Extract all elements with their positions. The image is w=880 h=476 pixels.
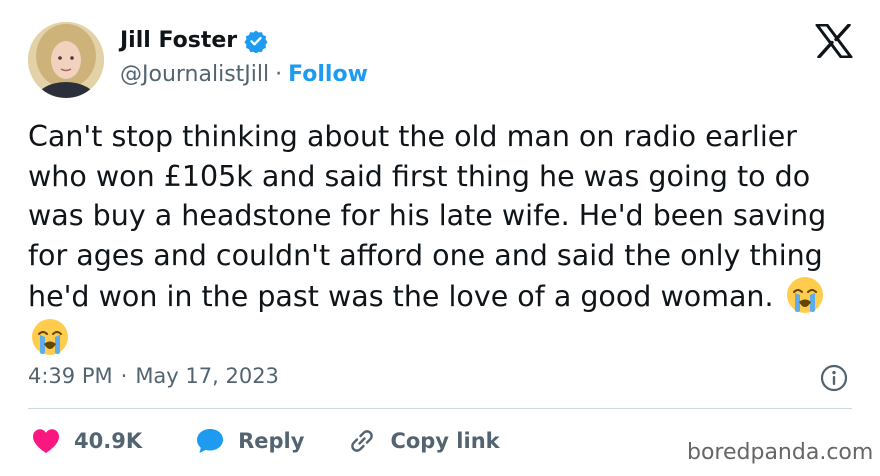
author-name-row: Jill Foster (120, 28, 268, 54)
tweet-body: Can't stop thinking about the old man on… (28, 120, 827, 314)
tweet-date: May 17, 2023 (135, 364, 279, 388)
handle-separator: · (275, 62, 283, 87)
link-icon (351, 430, 374, 452)
avatar[interactable] (28, 22, 104, 98)
tweet-timestamp[interactable]: 4:39 PM · May 17, 2023 (28, 364, 279, 388)
verified-badge-icon (244, 29, 268, 54)
author-handle[interactable]: @JournalistJill (120, 62, 269, 87)
x-logo-icon[interactable] (815, 23, 853, 59)
copy-link-label: Copy link (390, 429, 500, 453)
reply-label: Reply (238, 429, 305, 453)
copy-link-button[interactable]: Copy link (346, 425, 500, 457)
timestamp-separator: · (120, 364, 128, 388)
loudly-crying-face-icon (30, 317, 70, 357)
tweet-text: Can't stop thinking about the old man on… (28, 117, 858, 359)
like-button[interactable]: 40.9K (30, 425, 142, 457)
speech-bubble-icon (197, 429, 224, 453)
heart-icon (33, 429, 59, 453)
author-display-name[interactable]: Jill Foster (120, 28, 237, 53)
tweet-time: 4:39 PM (28, 364, 113, 388)
author-handle-row: @JournalistJill · Follow (120, 62, 368, 87)
like-count: 40.9K (74, 429, 143, 453)
loudly-crying-face-icon (785, 275, 825, 315)
reply-button[interactable]: Reply (194, 425, 304, 457)
action-bar: 40.9K Reply Copy link (30, 425, 500, 457)
follow-button[interactable]: Follow (288, 62, 368, 87)
watermark: boredpanda.com (687, 440, 874, 465)
info-icon[interactable] (820, 364, 848, 392)
divider (28, 408, 852, 409)
avatar-image (28, 22, 104, 98)
